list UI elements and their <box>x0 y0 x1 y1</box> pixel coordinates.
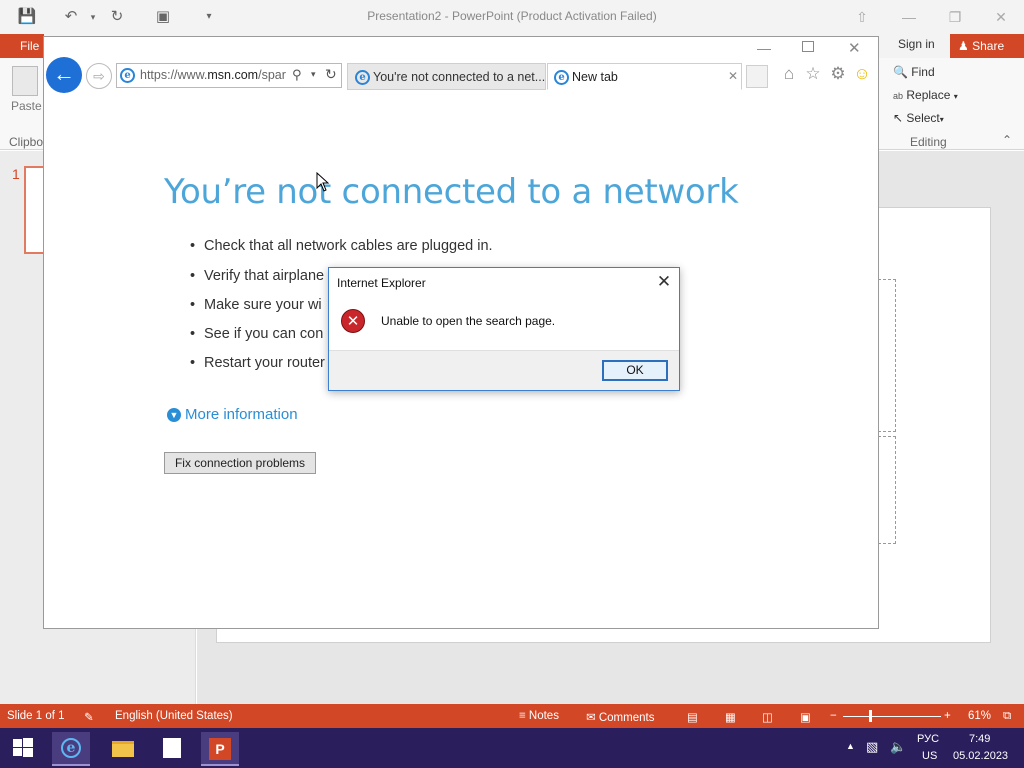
taskbar-store-icon[interactable] <box>153 732 191 766</box>
ie-maximize-button[interactable] <box>802 41 814 52</box>
forward-button[interactable]: ⇨ <box>86 63 112 89</box>
taskbar-powerpoint-icon[interactable]: P <box>201 732 239 766</box>
input-language[interactable]: РУС <box>917 733 939 745</box>
tab-label: New tab <box>572 70 618 84</box>
show-hidden-icons-button[interactable]: ▲ <box>846 741 855 751</box>
minimize-button[interactable]: — <box>897 6 921 28</box>
volume-muted-icon[interactable]: 🔈 <box>890 739 906 755</box>
list-item: • Check that all network cables are plugg… <box>190 238 493 254</box>
home-icon[interactable]: ⌂ <box>779 64 799 84</box>
list-item: • See if you can con <box>190 326 324 342</box>
collapse-ribbon-icon[interactable]: ⌃ <box>1002 133 1012 147</box>
taskbar-ie-icon[interactable]: e <box>52 732 90 766</box>
tab-ie-icon: e <box>355 70 370 85</box>
ie-minimize-button[interactable]: — <box>757 40 771 56</box>
zoom-level[interactable]: 61% <box>968 710 991 722</box>
ribbon-display-options-icon[interactable]: ⇧ <box>850 6 874 28</box>
site-ie-icon: e <box>120 68 135 83</box>
restore-button[interactable]: ❐ <box>943 6 967 28</box>
slide-sorter-icon[interactable]: ▦ <box>725 710 736 724</box>
more-information-label: More information <box>185 406 298 423</box>
comments-label: Comments <box>598 712 655 724</box>
clock-time[interactable]: 7:49 <box>969 733 990 745</box>
replace-button[interactable]: ab Replace ▾ <box>893 88 958 102</box>
address-dropdown-icon[interactable]: ▾ <box>311 69 316 80</box>
status-bar: Slide 1 of 1 ✎ English (United States) ≡… <box>0 704 1024 728</box>
search-icon[interactable]: ⚲ <box>292 67 302 83</box>
subtitle-placeholder[interactable] <box>878 436 896 544</box>
find-label: Find <box>911 65 935 79</box>
notes-label: Notes <box>528 710 559 722</box>
close-tab-icon[interactable]: ✕ <box>728 69 738 83</box>
error-icon: ✕ <box>341 309 365 333</box>
list-item: • Restart your router <box>190 355 325 371</box>
new-tab-button[interactable] <box>746 65 768 88</box>
zoom-slider-thumb[interactable] <box>869 710 872 722</box>
notes-button[interactable]: ≡ Notes <box>519 710 559 722</box>
settings-gear-icon[interactable]: ⚙ <box>828 64 848 84</box>
editing-group-label: Editing <box>910 135 947 149</box>
comments-button[interactable]: ✉ Comments <box>586 710 654 724</box>
start-button[interactable] <box>12 737 34 759</box>
dialog-title: Internet Explorer <box>337 276 426 290</box>
keyboard-layout[interactable]: US <box>922 750 937 762</box>
refresh-icon[interactable]: ↻ <box>325 66 337 83</box>
list-item: • Verify that airplane <box>190 268 325 284</box>
list-item: • Make sure your wi <box>190 297 322 313</box>
fix-connection-button[interactable]: Fix connection problems <box>164 452 316 474</box>
back-button[interactable]: ← <box>46 57 82 93</box>
zoom-in-button[interactable]: + <box>944 710 951 722</box>
ie-close-button[interactable]: ✕ <box>848 39 861 57</box>
mouse-cursor-icon <box>316 171 330 195</box>
share-button[interactable]: ♟ Share <box>950 34 1024 58</box>
find-button[interactable]: 🔍 Find <box>893 65 935 79</box>
slide-number: 1 <box>12 166 20 182</box>
replace-label: Replace <box>906 88 951 102</box>
network-error-icon[interactable]: ▧ <box>866 739 878 755</box>
tab-ie-icon: e <box>554 70 569 85</box>
slide-count: Slide 1 of 1 <box>7 710 65 722</box>
paste-button-label[interactable]: Paste <box>11 99 42 113</box>
taskbar-explorer-icon[interactable] <box>104 732 142 766</box>
select-label: Select <box>906 111 940 125</box>
spelling-icon[interactable]: ✎ <box>84 710 94 724</box>
normal-view-icon[interactable]: ▤ <box>687 710 698 724</box>
clipboard-group-label: Clipbo <box>9 135 44 149</box>
language-indicator[interactable]: English (United States) <box>115 710 233 722</box>
chevron-down-icon: ▼ <box>167 408 181 422</box>
favorites-icon[interactable]: ☆ <box>803 64 823 84</box>
address-url[interactable]: https://www.msn.com/spar <box>140 68 290 82</box>
dialog-close-button[interactable]: ✕ <box>654 272 674 292</box>
paste-icon[interactable] <box>12 66 38 96</box>
fit-slide-icon[interactable]: ⧉ <box>1003 710 1011 723</box>
ok-button[interactable]: OK <box>602 360 668 381</box>
select-button[interactable]: ↖ Select▾ <box>893 111 944 125</box>
zoom-slider[interactable] <box>843 716 941 717</box>
sign-in-link[interactable]: Sign in <box>898 37 935 51</box>
more-information-link[interactable]: ▼ More information <box>167 406 298 423</box>
reading-view-icon[interactable]: ◫ <box>762 710 773 724</box>
file-tab[interactable]: File <box>0 34 44 58</box>
tab-label: You're not connected to a net... <box>373 70 546 84</box>
zoom-out-button[interactable]: − <box>830 710 837 722</box>
page-title: You’re not connected to a network <box>164 172 739 212</box>
slideshow-view-icon[interactable]: ▣ <box>800 710 811 724</box>
feedback-smiley-icon[interactable]: ☺ <box>852 64 872 84</box>
share-label: Share <box>972 39 1005 53</box>
clock-date[interactable]: 05.02.2023 <box>953 750 1008 762</box>
title-placeholder[interactable] <box>878 279 896 432</box>
close-button[interactable]: ✕ <box>989 6 1013 28</box>
dialog-message: Unable to open the search page. <box>381 314 556 328</box>
